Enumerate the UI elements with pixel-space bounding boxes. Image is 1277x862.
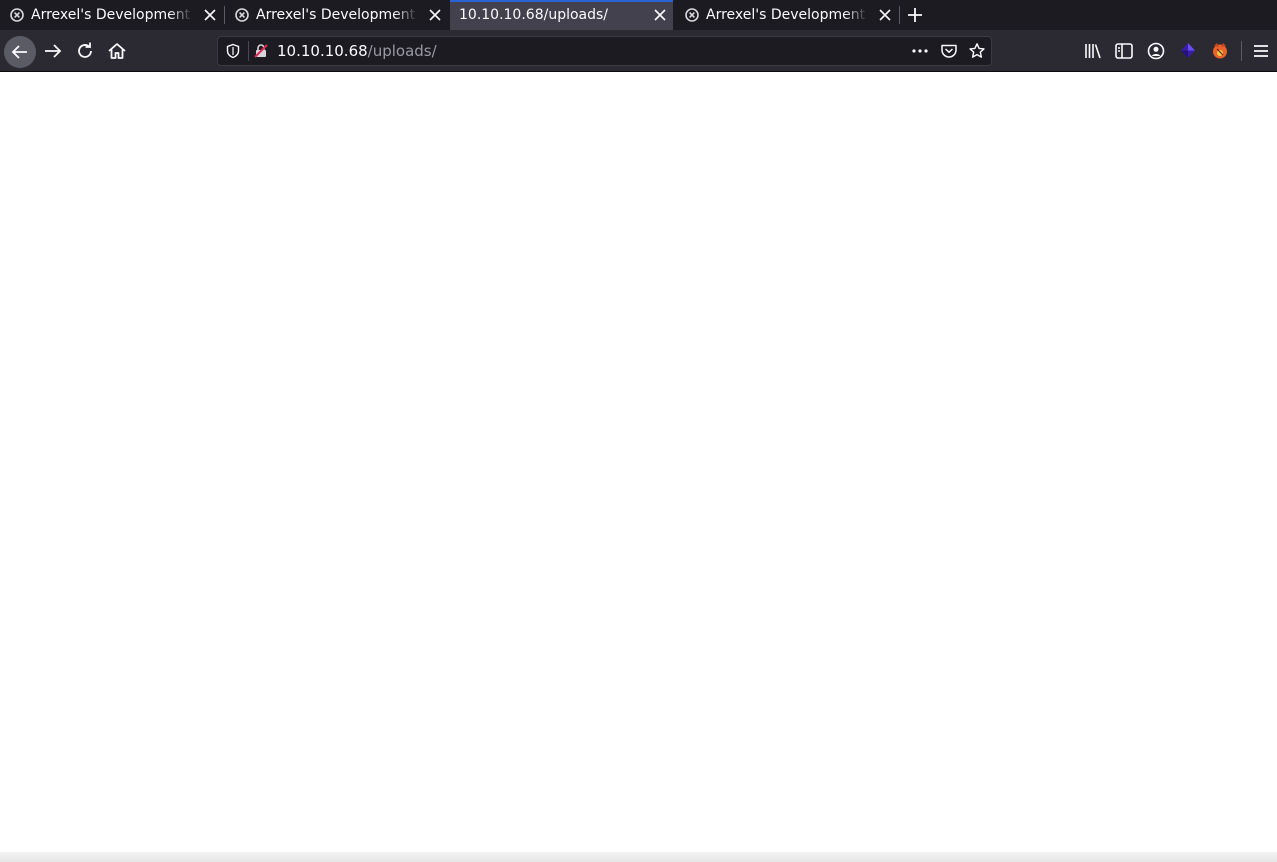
back-button[interactable] bbox=[4, 36, 36, 68]
sidebar-button[interactable] bbox=[1112, 39, 1136, 63]
url-host: 10.10.10.68 bbox=[277, 42, 368, 60]
account-icon bbox=[1147, 42, 1165, 60]
url-path: /uploads/ bbox=[367, 42, 437, 60]
new-tab-plus-icon[interactable] bbox=[905, 5, 925, 25]
close-tab-icon[interactable] bbox=[878, 8, 892, 22]
bottom-edge bbox=[0, 852, 1277, 862]
tab-arrexel-3[interactable]: Arrexel's Development Site bbox=[675, 0, 898, 30]
forward-arrow-icon bbox=[45, 44, 62, 58]
tab-title: Arrexel's Development Site bbox=[31, 7, 193, 23]
tracking-shield-icon[interactable] bbox=[225, 43, 241, 59]
reload-icon bbox=[78, 42, 92, 58]
pocket-icon[interactable] bbox=[940, 43, 958, 59]
tab-title: Arrexel's Development Site bbox=[256, 7, 418, 23]
tab-title: 10.10.10.68/uploads/ bbox=[459, 7, 609, 23]
account-button[interactable] bbox=[1144, 39, 1168, 63]
toolbar-separator bbox=[1241, 41, 1242, 61]
insecure-lock-icon[interactable] bbox=[253, 43, 269, 59]
tab-strip: Arrexel's Development Site Arrexel's Dev… bbox=[0, 0, 1277, 30]
forward-button[interactable] bbox=[41, 39, 65, 63]
home-icon bbox=[108, 43, 126, 59]
url-text[interactable]: 10.10.10.68/uploads/ bbox=[277, 42, 437, 60]
foxyproxy-button[interactable] bbox=[1208, 39, 1232, 63]
tab-arrexel-1[interactable]: Arrexel's Development Site bbox=[0, 0, 223, 30]
page-content bbox=[0, 72, 1277, 852]
menu-button[interactable] bbox=[1249, 39, 1273, 63]
drupal-favicon-icon bbox=[10, 8, 24, 22]
drupal-favicon-icon bbox=[235, 8, 249, 22]
page-actions-icon[interactable] bbox=[911, 43, 929, 59]
tab-separator bbox=[899, 6, 900, 24]
library-button[interactable] bbox=[1081, 39, 1105, 63]
close-tab-icon[interactable] bbox=[653, 8, 667, 22]
tab-uploads-active[interactable]: 10.10.10.68/uploads/ bbox=[450, 0, 673, 30]
url-bar-separator bbox=[248, 41, 249, 61]
home-button[interactable] bbox=[105, 39, 129, 63]
library-icon bbox=[1085, 44, 1101, 59]
url-bar[interactable]: 10.10.10.68/uploads/ bbox=[217, 36, 992, 66]
foxyproxy-icon bbox=[1213, 43, 1227, 59]
sidebar-icon bbox=[1115, 43, 1133, 59]
reload-button[interactable] bbox=[73, 39, 97, 63]
extension-button[interactable] bbox=[1176, 39, 1200, 63]
close-tab-icon[interactable] bbox=[203, 8, 217, 22]
drupal-favicon-icon bbox=[685, 8, 699, 22]
extension-icon bbox=[1181, 43, 1195, 58]
close-tab-icon[interactable] bbox=[428, 8, 442, 22]
tab-title: Arrexel's Development Site bbox=[706, 7, 868, 23]
back-arrow-icon bbox=[11, 45, 27, 59]
menu-icon bbox=[1254, 45, 1268, 57]
tab-arrexel-2[interactable]: Arrexel's Development Site bbox=[225, 0, 448, 30]
bookmark-star-icon[interactable] bbox=[968, 42, 986, 60]
